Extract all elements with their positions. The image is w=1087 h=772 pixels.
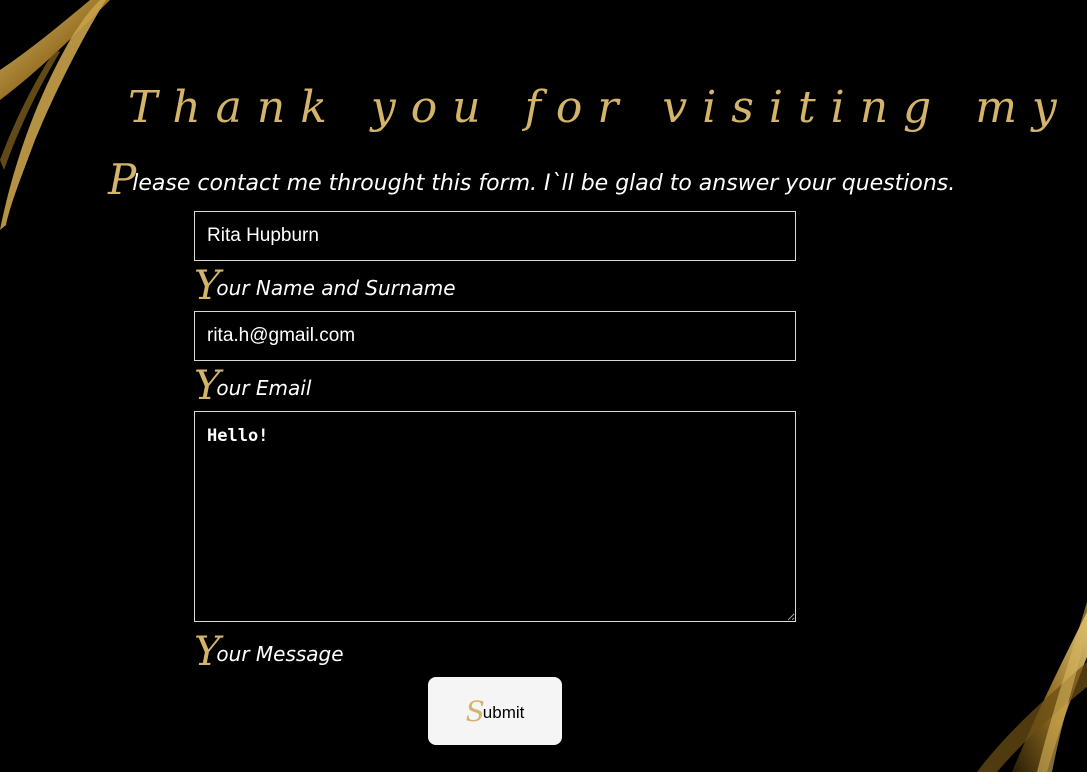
page-title: Thank you for visiting my Site! (128, 82, 1087, 133)
message-label: Your Message (194, 632, 344, 674)
message-textarea[interactable]: Hello! (194, 411, 796, 622)
submit-button[interactable]: Submit (428, 677, 562, 745)
email-label: Your Email (194, 366, 311, 408)
email-input[interactable] (194, 311, 796, 361)
message-label-rest: our Message (216, 642, 344, 666)
intro-text: Please contact me throught this form. I`… (108, 159, 1068, 204)
contact-page: Thank you for visiting my Site! Please c… (0, 0, 1087, 772)
name-input[interactable] (194, 211, 796, 261)
gold-swirl-decoration (977, 602, 1087, 772)
intro-text-rest: lease contact me throught this form. I`l… (132, 171, 956, 196)
name-label-rest: our Name and Surname (216, 276, 456, 300)
email-label-rest: our Email (216, 376, 312, 400)
name-label: Your Name and Surname (194, 266, 456, 308)
gold-swirl-decoration (0, 0, 110, 230)
submit-label: ubmit (482, 702, 525, 722)
